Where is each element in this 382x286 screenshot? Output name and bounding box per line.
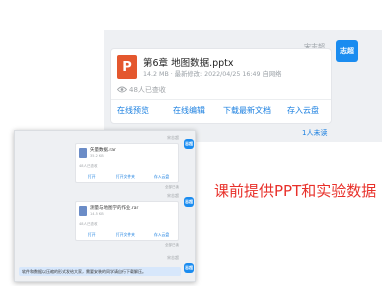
read-status: 全部已读 — [165, 185, 179, 189]
text-message-bubble[interactable]: 软件和数据以压缩的形式发给大家，需要安装的同学请自行下载解压。 — [19, 267, 181, 276]
ppt-file-icon: P — [117, 55, 137, 79]
file-icon — [79, 148, 87, 158]
file-size: 14.5 KB — [90, 212, 104, 216]
sender-name: 宋志超 — [167, 135, 179, 140]
sender-name: 宋志超 — [167, 255, 179, 260]
views-count: 48人已查收 — [129, 86, 166, 94]
avatar[interactable]: 志超 — [184, 139, 194, 149]
views-count: 48人已查收 — [79, 164, 98, 168]
file-meta: 14.2 MB · 最新修改: 2022/04/25 16:49 自网络 — [143, 71, 282, 78]
avatar[interactable]: 志超 — [184, 197, 194, 207]
read-status: 全部已读 — [165, 243, 179, 247]
file-icon — [79, 206, 87, 216]
eye-icon — [117, 86, 127, 93]
file-card-rar[interactable]: 测量与地图学的作业.rar 14.5 KB 48人已查收 打开 打开文件夹 存入… — [75, 201, 179, 241]
caption: 课前提供PPT和实验数据 — [214, 182, 377, 200]
action-download[interactable]: 下载最新文档 — [223, 105, 271, 116]
action-open-folder[interactable]: 打开文件夹 — [116, 232, 135, 238]
file-card-pptx[interactable]: P 第6章 地图数据.pptx 14.2 MB · 最新修改: 2022/04/… — [110, 48, 332, 124]
avatar[interactable]: 志超 — [184, 263, 194, 273]
chat-panel-top: 宋志超 志超 P 第6章 地图数据.pptx 14.2 MB · 最新修改: 2… — [104, 30, 382, 142]
file-name: 矢量数据.rar — [90, 148, 116, 153]
action-edit[interactable]: 在线编辑 — [173, 105, 205, 116]
action-open-folder[interactable]: 打开文件夹 — [116, 174, 135, 180]
divider — [111, 99, 331, 100]
unread-count[interactable]: 1人未读 — [302, 128, 327, 138]
file-name: 测量与地图学的作业.rar — [90, 206, 139, 211]
views-count: 48人已查收 — [79, 222, 98, 226]
action-open[interactable]: 打开 — [88, 232, 96, 238]
sender-name: 宋志超 — [167, 193, 179, 198]
avatar[interactable]: 志超 — [336, 40, 358, 62]
file-card-rar[interactable]: 矢量数据.rar 35.2 KB 48人已查收 打开 打开文件夹 存入云盘 — [75, 143, 179, 183]
action-save-cloud[interactable]: 存入云盘 — [154, 174, 169, 180]
inset-screenshot: 宋志超 志超 矢量数据.rar 35.2 KB 48人已查收 打开 打开文件夹 … — [14, 130, 196, 282]
action-save-cloud[interactable]: 存入云盘 — [287, 105, 319, 116]
file-name[interactable]: 第6章 地图数据.pptx — [143, 55, 234, 69]
file-size: 35.2 KB — [90, 154, 104, 158]
action-preview[interactable]: 在线预览 — [117, 105, 149, 116]
action-save-cloud[interactable]: 存入云盘 — [154, 232, 169, 238]
action-open[interactable]: 打开 — [88, 174, 96, 180]
